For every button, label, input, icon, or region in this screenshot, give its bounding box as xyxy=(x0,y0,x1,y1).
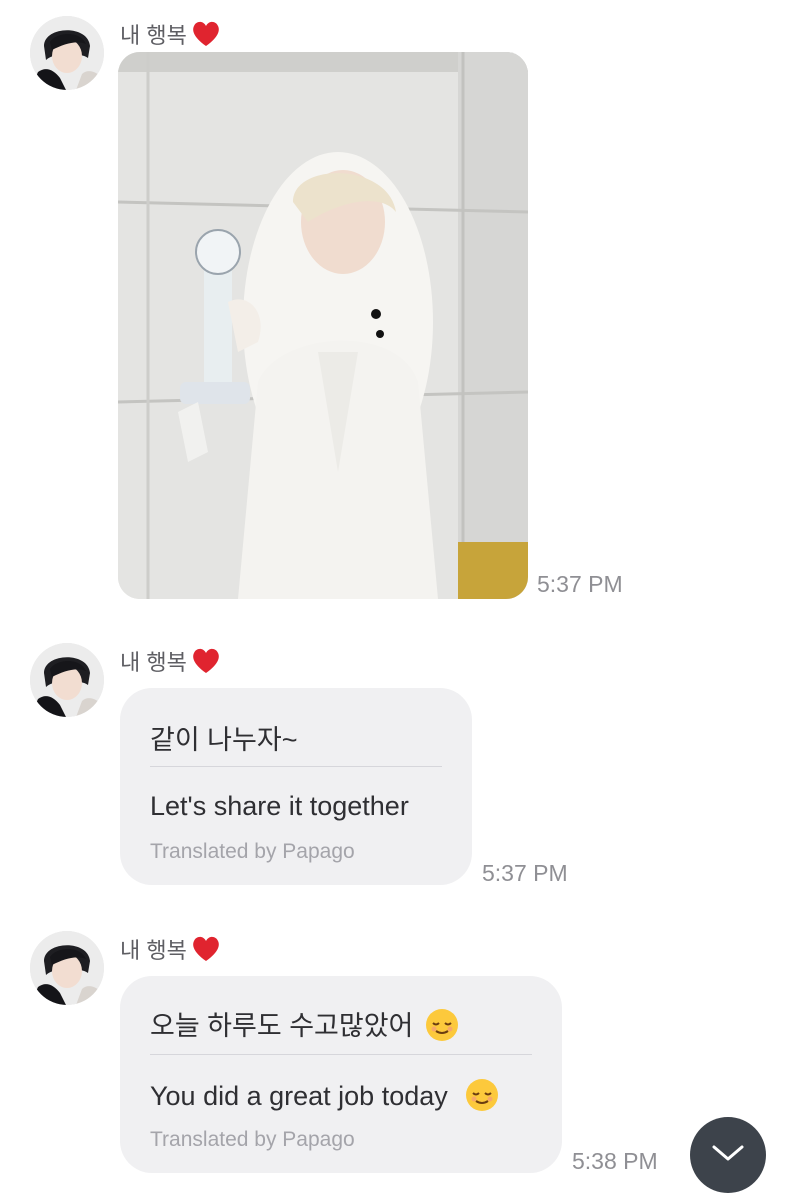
bubble-divider xyxy=(150,766,442,767)
relieved-face-icon xyxy=(465,1078,499,1112)
message-time: 5:37 PM xyxy=(482,860,568,886)
sender-avatar[interactable] xyxy=(30,931,104,1005)
translated-text: Let's share it together xyxy=(150,791,409,821)
message-time: 5:38 PM xyxy=(572,1148,658,1174)
chat-view: 내 행복 5:37 PM 내 행복 같이 나누자~ Let's share it… xyxy=(0,0,795,1200)
relieved-face-icon xyxy=(425,1008,459,1042)
message-bubble[interactable]: 오늘 하루도 수고많았어 You did a great job today T… xyxy=(120,976,562,1173)
sender-avatar[interactable] xyxy=(30,643,104,717)
message-time: 5:37 PM xyxy=(537,571,623,597)
original-text: 같이 나누자~ xyxy=(150,725,298,755)
translation-credit: Translated by Papago xyxy=(150,1128,355,1151)
translation-credit: Translated by Papago xyxy=(150,840,355,863)
original-text: 오늘 하루도 수고많았어 xyxy=(150,1004,459,1043)
red-heart-icon xyxy=(191,647,221,675)
sender-name: 내 행복 xyxy=(120,933,221,965)
translated-text: You did a great job today xyxy=(150,1078,499,1112)
bubble-divider xyxy=(150,1054,532,1055)
sender-avatar[interactable] xyxy=(30,16,104,90)
sender-name: 내 행복 xyxy=(120,18,221,50)
red-heart-icon xyxy=(191,20,221,48)
red-heart-icon xyxy=(191,935,221,963)
message-bubble[interactable]: 같이 나누자~ Let's share it together Translat… xyxy=(120,688,472,885)
scroll-to-bottom-button[interactable] xyxy=(690,1117,766,1193)
sender-name: 내 행복 xyxy=(120,645,221,677)
shared-photo[interactable] xyxy=(118,52,528,599)
chevron-down-icon xyxy=(711,1143,745,1168)
